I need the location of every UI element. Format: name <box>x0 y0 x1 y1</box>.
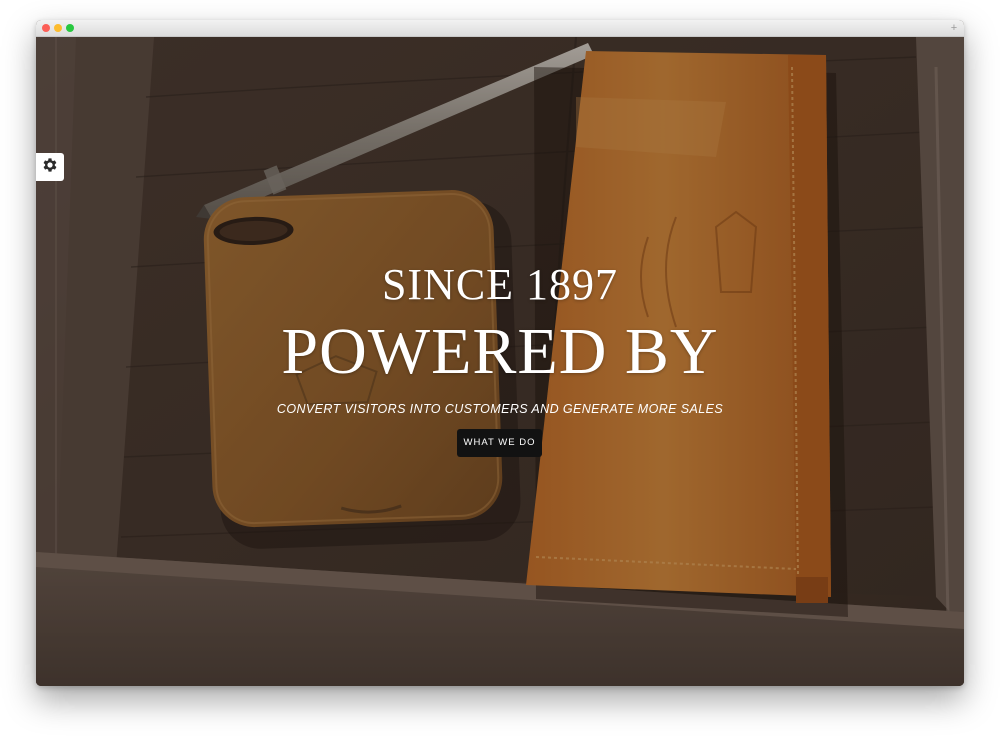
what-we-do-button[interactable]: WHAT WE DO <box>457 429 542 457</box>
hero-tagline: CONVERT VISITORS INTO CUSTOMERS AND GENE… <box>276 402 724 416</box>
browser-titlebar: + <box>36 20 964 37</box>
gear-icon <box>41 156 59 179</box>
maximize-window-button[interactable] <box>66 24 74 32</box>
hero-headline: POWERED BY <box>281 315 719 388</box>
new-tab-button[interactable]: + <box>948 22 960 34</box>
minimize-window-button[interactable] <box>54 24 62 32</box>
close-window-button[interactable] <box>42 24 50 32</box>
page-viewport: SINCE 1897 POWERED BY CONVERT VISITORS I… <box>36 37 964 686</box>
settings-toggle-button[interactable] <box>36 153 64 181</box>
browser-window: + SINCE 1897 POWERED BY CONVERT VISITORS… <box>36 20 964 686</box>
hero-overline: SINCE 1897 <box>381 260 619 309</box>
